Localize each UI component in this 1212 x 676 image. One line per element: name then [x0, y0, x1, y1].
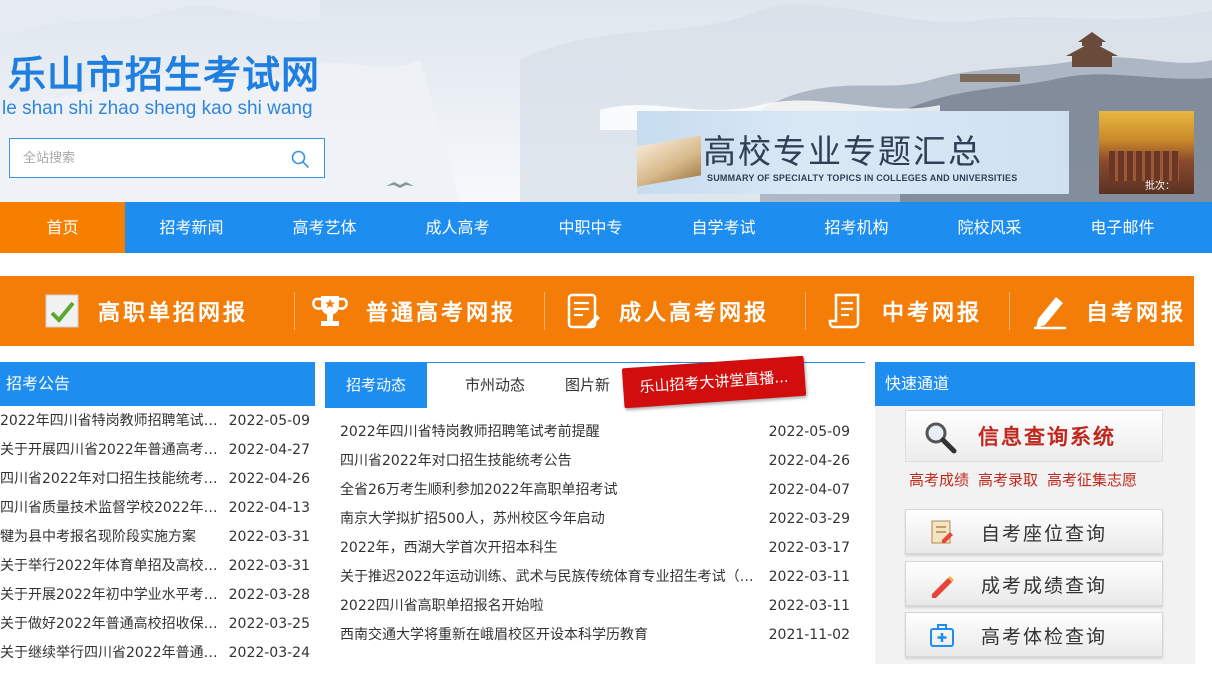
adult-exam-score-query-label: 成考成绩查询	[981, 575, 1108, 597]
site-pinyin: le shan shi zhao sheng kao shi wang	[2, 98, 313, 119]
divider	[544, 292, 545, 330]
list-item[interactable]: 2022四川省高职单招报名开始啦 2022-03-11	[340, 592, 850, 621]
tab-admission-updates[interactable]: 招考动态	[325, 363, 427, 408]
search-input[interactable]	[10, 139, 280, 177]
list-item[interactable]: 2022年四川省特岗教师招聘笔试考... 2022-05-09	[0, 407, 315, 436]
list-item[interactable]: 关于开展四川省2022年普通高考滞... 2022-04-27	[0, 436, 315, 465]
info-query-system-button[interactable]: 信息查询系统	[905, 410, 1163, 462]
nav-item-email[interactable]: 电子邮件	[1056, 202, 1189, 253]
divider	[805, 292, 806, 330]
quick-link-label: 普通高考网报	[366, 301, 517, 326]
quick-link-gaokao-registration[interactable]: 普通高考网报	[310, 276, 516, 346]
pencil-icon	[1034, 297, 1066, 330]
book-graphic	[637, 135, 701, 187]
list-item[interactable]: 南京大学拟扩招500人，苏州校区今年启动 2022-03-29	[340, 505, 850, 534]
document-edit-icon	[567, 293, 600, 329]
list-item[interactable]: 全省26万考生顺利参加2022年高职单招考试 2022-04-07	[340, 476, 850, 505]
list-item[interactable]: 关于举行2022年体育单招及高校高... 2022-03-31	[0, 552, 315, 581]
info-query-system-label: 信息查询系统	[978, 424, 1116, 449]
query-links: 高考成绩 高考录取 高考征集志愿	[909, 469, 1146, 490]
list-item[interactable]: 四川省2022年对口招生技能统考公告 2022-04-26	[340, 447, 850, 476]
nav-item-admission-news[interactable]: 招考新闻	[125, 202, 258, 253]
campus-banner-caption: 批次：	[1145, 181, 1175, 192]
quick-link-label: 自考网报	[1086, 301, 1187, 326]
trophy-icon	[312, 296, 348, 326]
list-item[interactable]: 四川省质量技术监督学校2022年招... 2022-04-13	[0, 494, 315, 523]
self-study-seat-query-label: 自考座位查询	[981, 523, 1108, 545]
list-item[interactable]: 关于推迟2022年运动训练、武术与民族传统体育专业招生考试（西... 2022-0…	[340, 563, 850, 592]
divider	[294, 292, 295, 330]
tab-city-updates[interactable]: 市州动态	[445, 363, 545, 408]
self-study-seat-query-button[interactable]: 自考座位查询	[905, 509, 1163, 554]
quick-link-self-study-registration[interactable]: 自考网报	[1030, 276, 1186, 346]
list-item[interactable]: 四川省2022年对口招生技能统考公... 2022-04-26	[0, 465, 315, 494]
site-header: 乐山市招生考试网 le shan shi zhao sheng kao shi …	[0, 0, 1212, 202]
nav-item-home[interactable]: 首页	[0, 202, 125, 253]
search-box	[9, 138, 325, 178]
list-item[interactable]: 关于做好2022年普通高校招收保送... 2022-03-25	[0, 610, 315, 639]
main-nav: 首页 招考新闻 高考艺体 成人高考 中职中专 自学考试 招考机构 院校风采 电子…	[0, 202, 1212, 253]
campus-banner[interactable]: 批次：	[1099, 111, 1194, 194]
magnifier-icon	[925, 422, 957, 454]
specialty-topics-banner[interactable]: 高校专业专题汇总 SUMMARY OF SPECIALTY TOPICS IN …	[637, 111, 1069, 194]
nav-item-art-sports-exam[interactable]: 高考艺体	[258, 202, 391, 253]
quick-access-panel: 快速通道 信息查询系统 高考成绩 高考录取 高考征集志愿 自考座位查询 成考成绩查询	[875, 362, 1195, 664]
seat-form-icon	[931, 520, 953, 544]
link-gaokao-supplementary[interactable]: 高考征集志愿	[1047, 471, 1137, 489]
online-registration-bar: 高职单招网报 普通高考网报 成人高考网报 中考网报 自考网报	[0, 276, 1194, 346]
quick-access-heading: 快速通道	[875, 362, 1195, 406]
scroll-document-icon	[828, 293, 860, 329]
pencil-score-icon	[932, 576, 954, 598]
list-item[interactable]: 犍为县中考报名现阶段实施方案 2022-03-31	[0, 523, 315, 552]
quick-link-adult-registration[interactable]: 成人高考网报	[563, 276, 769, 346]
nav-item-college-showcase[interactable]: 院校风采	[923, 202, 1056, 253]
nav-item-adult-exam[interactable]: 成人高考	[391, 202, 524, 253]
news-panel: 招考动态 市州动态 图片新 乐山招考大讲堂直播... 2022年四川省特岗教师招…	[325, 355, 865, 676]
list-item[interactable]: 西南交通大学将重新在峨眉校区开设本科学历教育 2021-11-02	[340, 621, 850, 650]
list-item[interactable]: 2022年四川省特岗教师招聘笔试考前提醒 2022-05-09	[340, 418, 850, 447]
adult-exam-score-query-button[interactable]: 成考成绩查询	[905, 561, 1163, 606]
search-icon[interactable]	[290, 149, 310, 169]
list-item[interactable]: 2022年，西湖大学首次开招本科生 2022-03-17	[340, 534, 850, 563]
announcements-panel: 招考公告 2022年四川省特岗教师招聘笔试考... 2022-05-09 关于开展…	[0, 362, 315, 676]
medical-kit-icon	[930, 624, 954, 647]
quick-link-label: 成人高考网报	[619, 301, 770, 326]
divider	[1009, 292, 1010, 330]
nav-item-exam-agencies[interactable]: 招考机构	[790, 202, 923, 253]
list-item[interactable]: 关于开展2022年初中学业水平考试... 2022-03-28	[0, 581, 315, 610]
quick-link-vocational-registration[interactable]: 高职单招网报	[42, 276, 248, 346]
link-gaokao-score[interactable]: 高考成绩	[909, 471, 969, 489]
gaokao-medical-query-label: 高考体检查询	[981, 626, 1108, 648]
nav-item-self-study-exam[interactable]: 自学考试	[657, 202, 790, 253]
tab-picture-news[interactable]: 图片新	[565, 363, 625, 408]
list-item[interactable]: 关于继续举行四川省2022年普通高... 2022-03-24	[0, 639, 315, 668]
link-gaokao-admission[interactable]: 高考录取	[978, 471, 1038, 489]
gaokao-medical-query-button[interactable]: 高考体检查询	[905, 612, 1163, 657]
site-title: 乐山市招生考试网	[8, 53, 321, 97]
quick-link-zhongkao-registration[interactable]: 中考网报	[826, 276, 982, 346]
quick-link-label: 高职单招网报	[98, 301, 249, 326]
announcements-heading: 招考公告	[0, 362, 315, 406]
nav-item-vocational-school[interactable]: 中职中专	[524, 202, 657, 253]
banner-title: 高校专业专题汇总	[703, 132, 983, 171]
quick-link-label: 中考网报	[882, 301, 983, 326]
banner-subtitle: SUMMARY OF SPECIALTY TOPICS IN COLLEGES …	[707, 173, 1018, 183]
checklist-icon	[45, 294, 79, 328]
